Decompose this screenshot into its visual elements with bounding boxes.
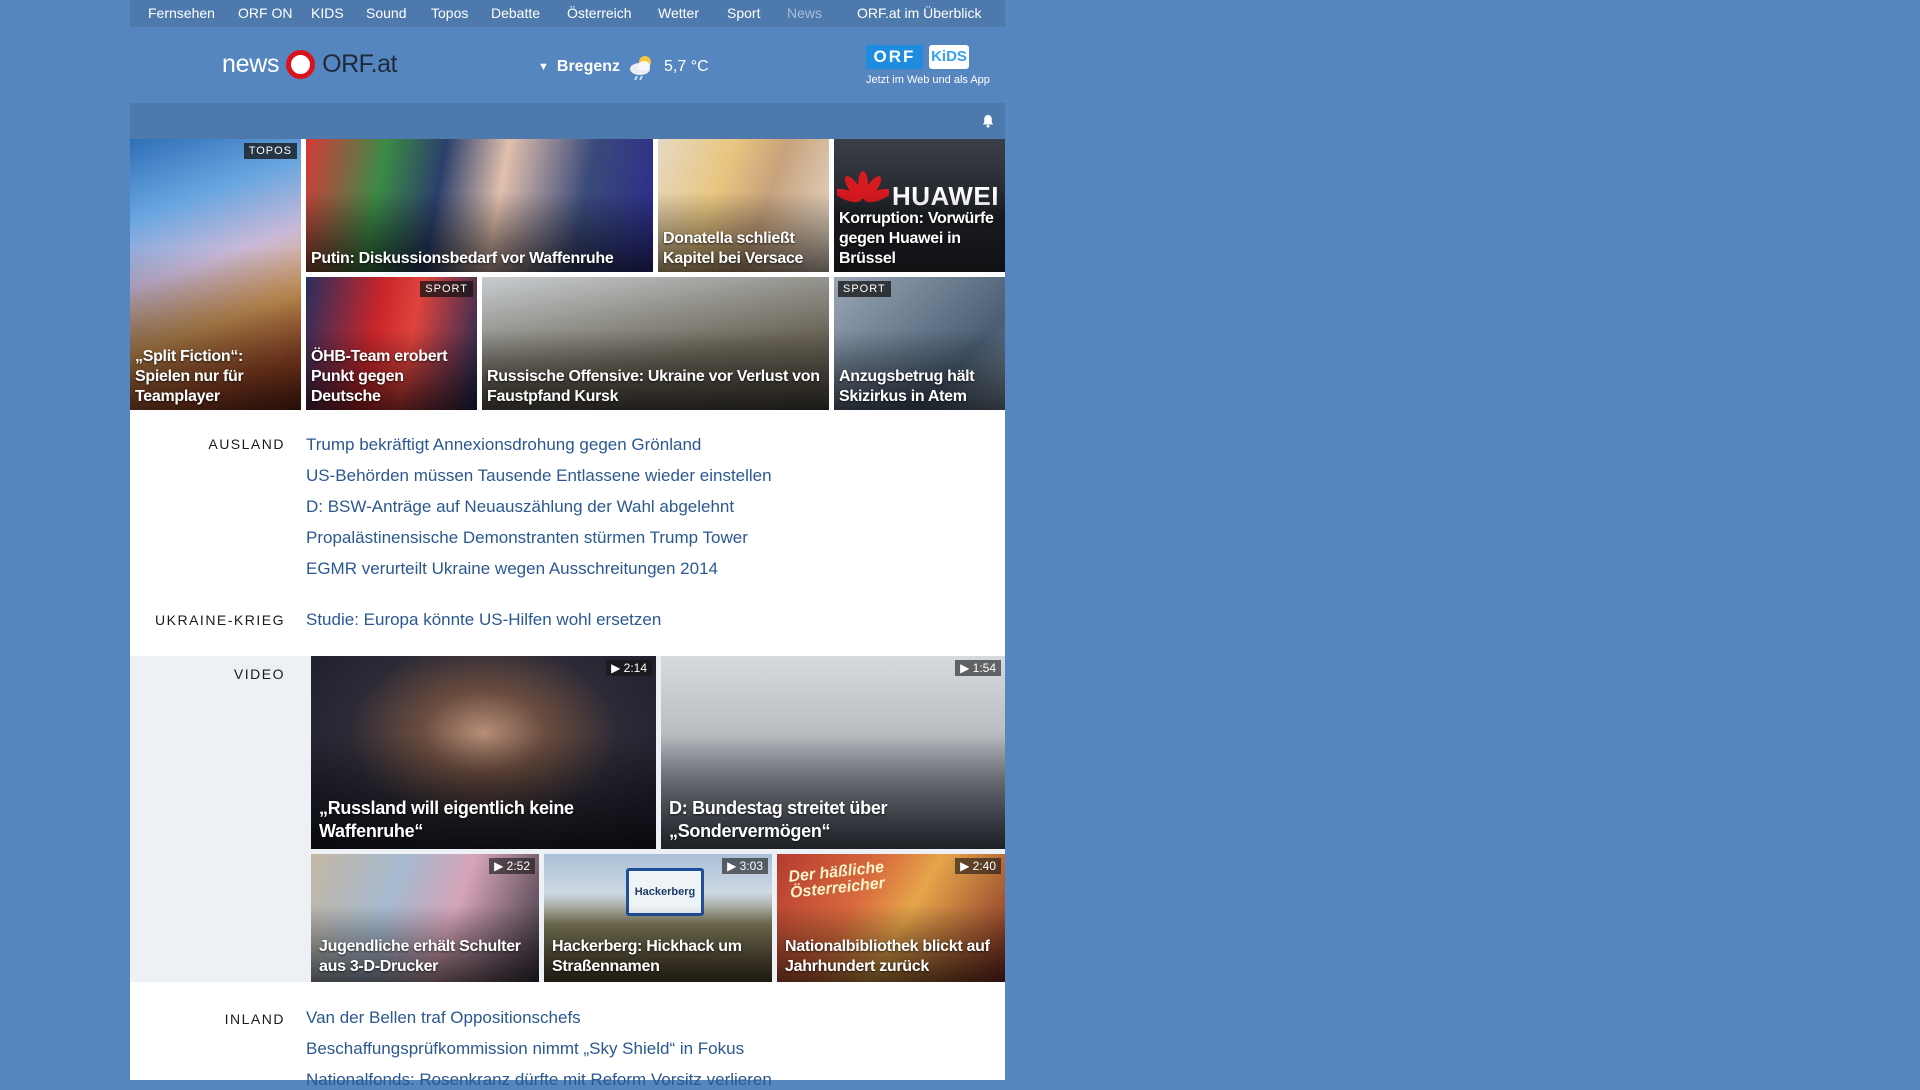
weather-widget[interactable]: ▼ Bregenz 5,7 °C xyxy=(538,53,709,81)
duration-text: 3:03 xyxy=(739,859,763,873)
teaser-caption: Russische Offensive: Ukraine vor Verlust… xyxy=(487,368,820,405)
nav-item-fernsehen[interactable]: Fernsehen xyxy=(148,0,215,27)
kids-tagline: Jetzt im Web und als App xyxy=(866,74,990,86)
section-label-video: VIDEO xyxy=(233,666,285,682)
section-badge: TOPOS xyxy=(243,143,297,159)
story-link[interactable]: US-Behörden müssen Tausende Entlassene w… xyxy=(306,466,772,486)
video-teaser-nationalbibliothek[interactable]: Der häßliche Österreicher ▶ 2:40 Nationa… xyxy=(777,854,1005,982)
video-duration: ▶ 2:52 xyxy=(489,858,535,874)
duration-text: 1:54 xyxy=(972,661,996,675)
duration-text: 2:40 xyxy=(972,859,996,873)
video-duration: ▶ 2:40 xyxy=(955,858,1001,874)
orf-logo-box: ORF xyxy=(866,45,923,69)
story-link[interactable]: Beschaffungsprüfkommission nimmt „Sky Sh… xyxy=(306,1039,744,1059)
teaser-caption: Putin: Diskussionsbedarf vor Waffenruhe xyxy=(311,250,614,267)
nav-item-debatte[interactable]: Debatte xyxy=(491,0,540,27)
duration-text: 2:52 xyxy=(506,859,530,873)
teaser-caption: Anzugsbetrug hält Skizirkus in Atem xyxy=(839,368,975,405)
duration-text: 2:14 xyxy=(623,661,647,675)
video-teaser-3d-druck[interactable]: ▶ 2:52 Jugendliche erhält Schulter aus 3… xyxy=(311,854,539,982)
story-link[interactable]: Nationalfonds: Rosenkranz dürfte mit Ref… xyxy=(306,1070,772,1090)
video-caption: Nationalbibliothek blickt auf Jahrhunder… xyxy=(785,938,990,975)
teaser-caption: ÖHB-Team erobert Punkt gegen Deutsche xyxy=(311,348,448,405)
story-link[interactable]: Studie: Europa könnte US-Hilfen wohl ers… xyxy=(306,610,661,630)
logo-orf-text: ORF.at xyxy=(322,49,397,78)
section-label-ukraine-krieg: UKRAINE-KRIEG xyxy=(155,612,285,628)
video-duration: ▶ 2:14 xyxy=(606,660,652,676)
teaser-kursk[interactable]: Russische Offensive: Ukraine vor Verlust… xyxy=(482,277,829,410)
teaser-putin[interactable]: Putin: Diskussionsbedarf vor Waffenruhe xyxy=(306,139,653,272)
nav-item-wetter[interactable]: Wetter xyxy=(658,0,699,27)
story-link[interactable]: Van der Bellen traf Oppositionschefs xyxy=(306,1008,581,1028)
section-label-inland: INLAND xyxy=(224,1011,285,1027)
news-orf-logo[interactable]: news ORF.at xyxy=(222,47,397,81)
teaser-caption: Donatella schließt Kapitel bei Versace xyxy=(663,230,804,267)
nav-item-overview[interactable]: ORF.at im Überblick xyxy=(857,0,981,27)
orf-ring-icon xyxy=(286,49,316,79)
section-badge: SPORT xyxy=(420,281,473,297)
teaser-huawei[interactable]: HUAWEI Korruption: Vorwürfe gegen Huawei… xyxy=(834,139,1005,272)
section-badge: SPORT xyxy=(838,281,891,297)
video-duration: ▶ 3:03 xyxy=(722,858,768,874)
video-caption: Jugendliche erhält Schulter aus 3-D-Druc… xyxy=(319,938,521,975)
site-header: news ORF.at ▼ Bregenz 5,7 °C ORF KiDS Je… xyxy=(130,27,1005,103)
video-teaser-bundestag[interactable]: ▶ 1:54 D: Bundestag streitet über „Sonde… xyxy=(661,656,1005,849)
nav-item-sound[interactable]: Sound xyxy=(366,0,406,27)
kids-logo-box: KiDS xyxy=(929,45,969,69)
notification-bar xyxy=(130,103,1005,139)
teaser-skizirkus[interactable]: SPORT Anzugsbetrug hält Skizirkus in Ate… xyxy=(834,277,1005,410)
page-column: Fernsehen ORF ON KIDS Sound Topos Debatt… xyxy=(130,0,1005,1089)
logo-news-text: news xyxy=(222,49,280,78)
dropdown-triangle-icon[interactable]: ▼ xyxy=(538,61,549,73)
nav-item-sport[interactable]: Sport xyxy=(727,0,760,27)
story-link[interactable]: D: BSW-Anträge auf Neuauszählung der Wah… xyxy=(306,497,734,517)
top-navigation: Fernsehen ORF ON KIDS Sound Topos Debatt… xyxy=(130,0,1005,27)
teaser-donatella[interactable]: Donatella schließt Kapitel bei Versace xyxy=(658,139,829,272)
cloud-rain-sun-icon xyxy=(628,53,656,81)
nav-item-oesterreich[interactable]: Österreich xyxy=(567,0,632,27)
video-caption: „Russland will eigentlich keine Waffenru… xyxy=(319,798,574,841)
weather-temperature: 5,7 °C xyxy=(664,58,709,75)
nav-item-news[interactable]: News xyxy=(787,0,822,27)
story-link[interactable]: EGMR verurteilt Ukraine wegen Ausschreit… xyxy=(306,559,718,579)
nav-item-orf-on[interactable]: ORF ON xyxy=(238,0,292,27)
video-teaser-hackerberg[interactable]: Hackerberg ▶ 3:03 Hackerberg: Hickhack u… xyxy=(544,854,772,982)
bell-icon[interactable] xyxy=(981,114,995,128)
video-teaser-russland[interactable]: ▶ 2:14 „Russland will eigentlich keine W… xyxy=(311,656,656,849)
teaser-handball[interactable]: SPORT ÖHB-Team erobert Punkt gegen Deuts… xyxy=(306,277,477,410)
nav-item-kids[interactable]: KIDS xyxy=(311,0,344,27)
nav-item-topos[interactable]: Topos xyxy=(431,0,468,27)
video-caption: Hackerberg: Hickhack um Straßennamen xyxy=(552,938,742,975)
teaser-caption: „Split Fiction“: Spielen nur für Teampla… xyxy=(135,348,244,405)
teaser-split-fiction[interactable]: TOPOS „Split Fiction“: Spielen nur für T… xyxy=(130,139,301,410)
weather-city: Bregenz xyxy=(556,58,621,75)
story-link[interactable]: Propalästinensische Demonstranten stürme… xyxy=(306,528,748,548)
video-duration: ▶ 1:54 xyxy=(955,660,1001,676)
video-caption: D: Bundestag streitet über „Sondervermög… xyxy=(669,798,888,841)
section-label-ausland: AUSLAND xyxy=(208,436,285,452)
orf-kids-promo[interactable]: ORF KiDS Jetzt im Web und als App xyxy=(866,45,990,95)
story-link[interactable]: Trump bekräftigt Annexionsdrohung gegen … xyxy=(306,435,701,455)
teaser-caption: Korruption: Vorwürfe gegen Huawei in Brü… xyxy=(839,210,994,267)
